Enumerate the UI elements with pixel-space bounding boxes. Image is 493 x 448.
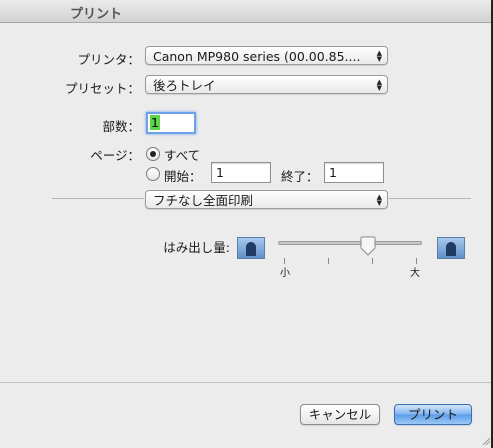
slider-track <box>278 241 422 245</box>
preset-popup[interactable]: 後ろトレイ ▲ ▼ <box>145 75 388 94</box>
copies-value: 1 <box>150 115 160 130</box>
popup-arrows-icon: ▲ ▼ <box>376 49 382 63</box>
pages-label: ページ： <box>90 148 140 163</box>
popup-arrows-icon: ▲ ▼ <box>376 78 382 92</box>
slider-min-label: 小 <box>280 268 290 279</box>
bottom-separator <box>0 382 493 383</box>
printer-value: Canon MP980 series (00.00.85.... <box>153 49 361 64</box>
pages-all-label: すべて <box>164 148 201 163</box>
small-extension-icon <box>237 237 265 259</box>
slider-knob[interactable] <box>360 236 376 256</box>
resize-grip-icon[interactable] <box>481 436 491 446</box>
section-popup[interactable]: フチなし全面印刷 ▲ ▼ <box>145 190 388 209</box>
slider-tick <box>372 258 373 264</box>
preset-label: プリセット： <box>64 81 140 96</box>
copies-field[interactable]: 1 <box>146 112 196 134</box>
pages-to-label: 終了： <box>281 169 319 184</box>
window-title: プリント <box>70 7 123 22</box>
printer-popup[interactable]: Canon MP980 series (00.00.85.... ▲ ▼ <box>145 46 388 65</box>
popup-arrows-icon: ▲ ▼ <box>376 193 382 207</box>
pages-range-radio[interactable] <box>146 167 160 181</box>
slider-tick <box>328 258 329 264</box>
printer-label: プリンタ： <box>77 52 140 67</box>
extension-slider[interactable]: 小 大 <box>278 232 422 279</box>
title-bar: プリント <box>0 0 493 23</box>
cancel-button[interactable]: キャンセル <box>300 404 380 425</box>
slider-max-label: 大 <box>410 268 420 279</box>
print-button[interactable]: プリント <box>394 404 472 425</box>
section-value: フチなし全面印刷 <box>153 193 254 208</box>
pages-range-label: 開始： <box>164 169 202 184</box>
pages-from-field[interactable]: 1 <box>211 162 271 183</box>
copies-label: 部数： <box>102 119 140 134</box>
radio-selected-dot <box>150 151 156 157</box>
section-separator-left <box>52 198 144 199</box>
extension-label: はみ出し量: <box>163 240 230 255</box>
pages-all-radio[interactable] <box>146 147 160 161</box>
pages-to-field[interactable]: 1 <box>324 162 384 183</box>
preset-value: 後ろトレイ <box>153 78 216 93</box>
section-separator-right <box>389 198 471 199</box>
large-extension-icon <box>437 237 465 259</box>
